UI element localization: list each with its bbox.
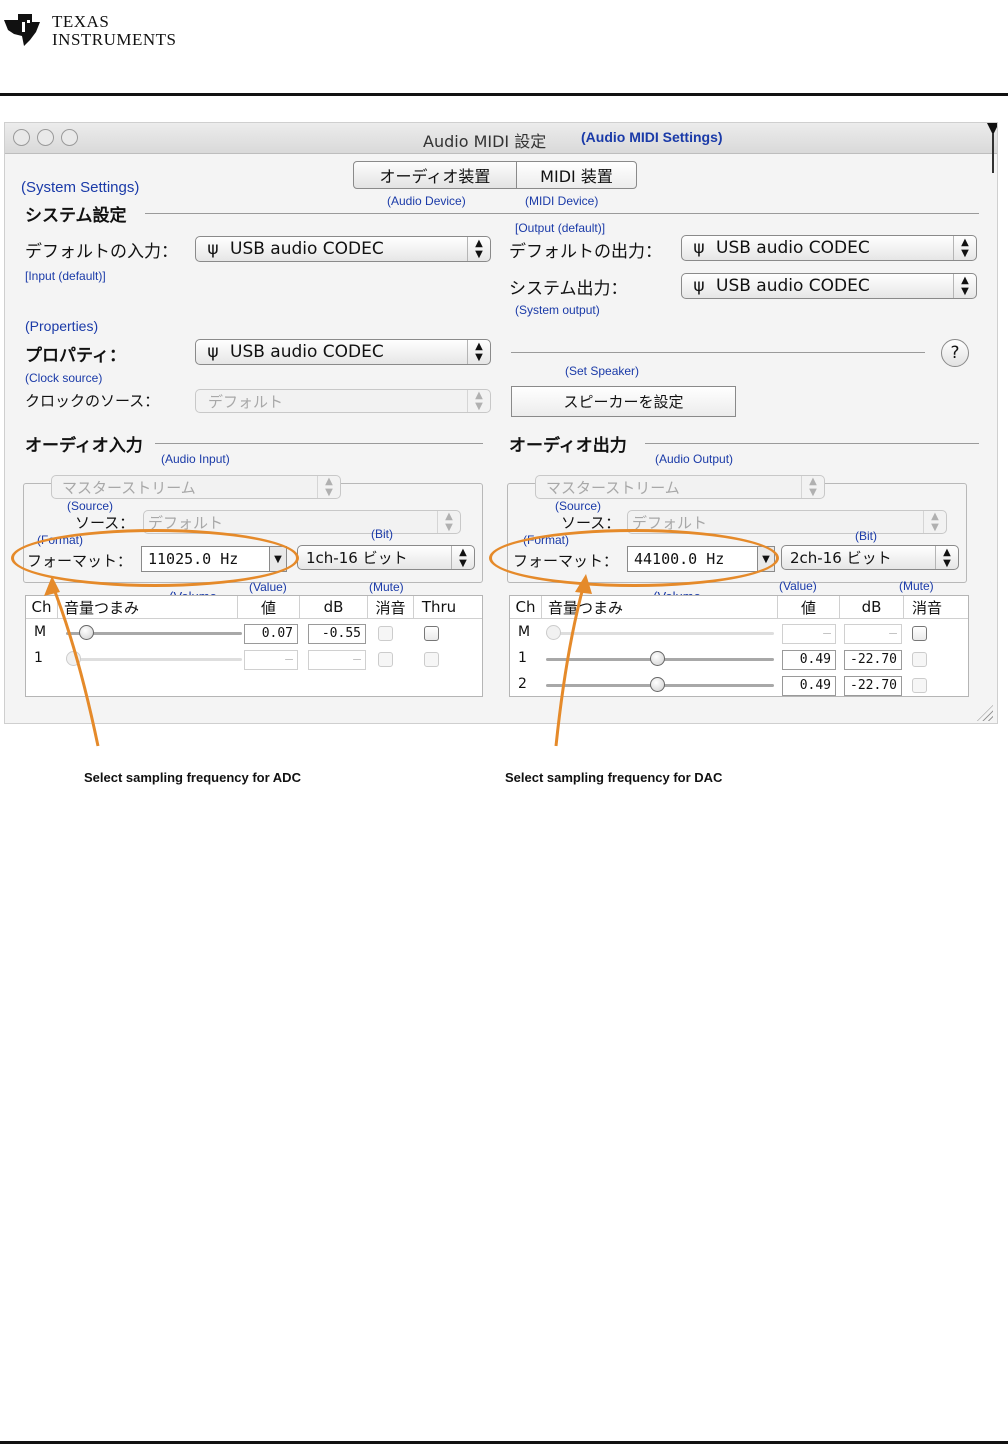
footer-rule [0,1441,1008,1444]
caption-dac: Select sampling frequency for DAC [505,770,723,785]
caption-adc: Select sampling frequency for ADC [84,770,301,785]
arrow-to-input-format [44,576,100,747]
arrow-to-output-format [554,574,592,747]
annotation-arrows [44,574,592,747]
